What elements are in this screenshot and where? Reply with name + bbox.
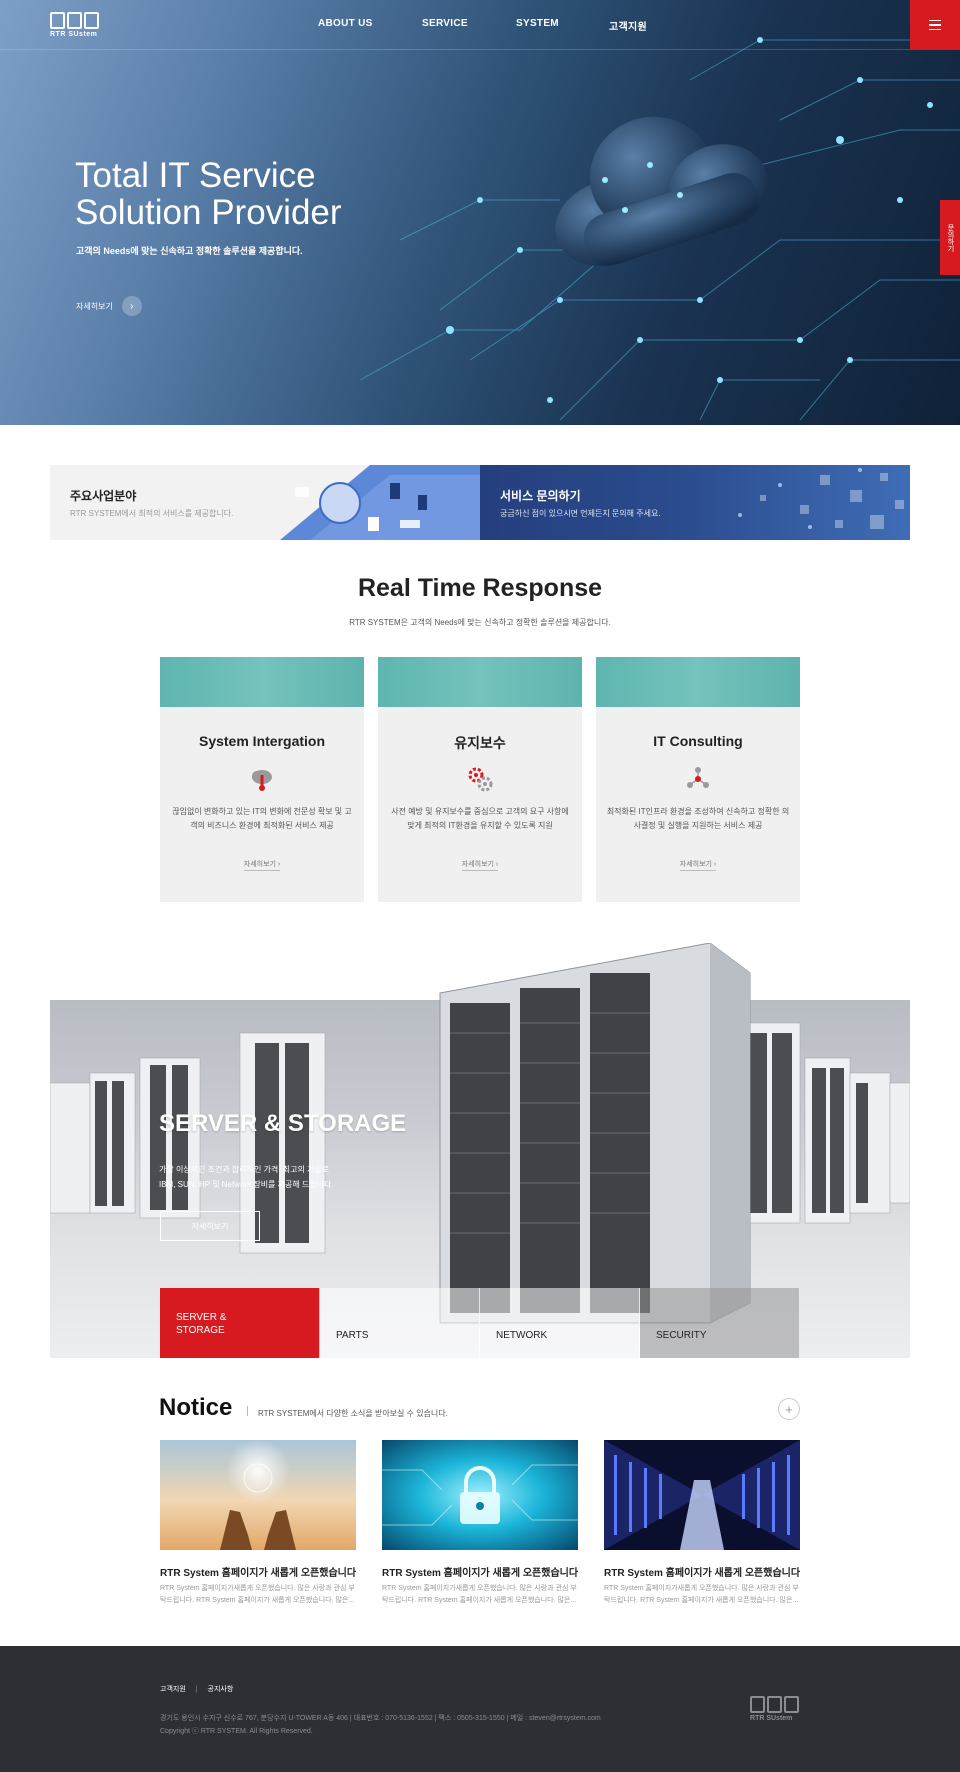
- card-desc: 최적화된 IT인프라 환경을 조성하여 신속하고 정확한 의사결정 및 실행을 …: [606, 807, 790, 830]
- global-people-illustration: [280, 465, 480, 540]
- card-more-label: 자세히보기 ›: [461, 861, 499, 871]
- service-card-maintenance[interactable]: 유지보수 사전 예방 및 유지보수를 중심으로 고객의 요구 사항에 맞게 최적…: [378, 657, 582, 902]
- server-storage-section: SERVER & STORAGE 가장 이상적인 조건과 합리적인 가격, 최고…: [50, 943, 910, 1358]
- hero-section: RTR SUstem ABOUT US SERVICE SYSTEM 고객지원 …: [0, 0, 960, 425]
- nav-customer-support[interactable]: 고객지원: [609, 18, 647, 33]
- server-category-tabs: SERVER & STORAGE PARTS NETWORK SECURITY: [160, 1288, 800, 1358]
- notice-subtitle: RTR SYSTEM에서 다양한 소식을 받아보실 수 있습니다.: [258, 1409, 448, 1418]
- footer-links: 고객지원 | 공지사항: [160, 1684, 233, 1694]
- footer-link-customer-support[interactable]: 고객지원: [160, 1686, 186, 1693]
- server-more-button[interactable]: 자세히보기: [160, 1211, 260, 1241]
- notice-item[interactable]: RTR System 홈페이지가 새롭게 오픈했습니다. RTR System …: [382, 1440, 578, 1610]
- card-desc: 사전 예방 및 유지보수를 중심으로 고객의 요구 사항에 맞게 최적의 IT환…: [391, 807, 569, 830]
- tab-parts[interactable]: PARTS: [320, 1288, 480, 1358]
- network-people-icon: [687, 767, 709, 788]
- divider: [247, 1406, 248, 1416]
- service-card-system-integration[interactable]: System Intergation 끊임없이 변화하고 있는 IT의 변화에 …: [160, 657, 364, 902]
- business-area-banner[interactable]: 주요사업분야 RTR SYSTEM에서 최적의 서비스를 제공합니다.: [50, 465, 480, 540]
- tab-security[interactable]: SECURITY: [640, 1288, 800, 1358]
- card-header-image: [160, 657, 364, 707]
- server-desc-line2: IBM, SUN, HP 및 Network 장비를 제공해 드립니다.: [159, 1180, 334, 1189]
- notice-image-datacenter: [604, 1440, 800, 1550]
- hamburger-menu-icon[interactable]: [910, 0, 960, 50]
- divider: |: [195, 1686, 198, 1693]
- card-header-image: [378, 657, 582, 707]
- gears-icon: [468, 767, 493, 792]
- footer-link-notice[interactable]: 공지사항: [208, 1686, 234, 1693]
- hero-more-button[interactable]: 자세히보기 ›: [76, 296, 142, 316]
- server-desc-line1: 가장 이상적인 조건과 합리적인 가격, 최고의 기술로: [159, 1165, 330, 1174]
- card-more-label: 자세히보기 ›: [679, 861, 717, 871]
- notice-image-security-lock: [382, 1440, 578, 1550]
- footer-info: 경기도 용인시 수지구 신수로 767, 분당수지 U-TOWER A동 406…: [160, 1712, 601, 1738]
- business-area-title: 주요사업분야: [70, 489, 137, 503]
- hero-title: Total IT Service Solution Provider: [75, 156, 342, 232]
- card-more-link[interactable]: 자세히보기 ›: [160, 859, 364, 871]
- logo-mark: [50, 12, 100, 29]
- card-title: 유지보수: [454, 735, 506, 751]
- site-header: RTR SUstem ABOUT US SERVICE SYSTEM 고객지원: [0, 0, 960, 50]
- footer-address: 경기도 용인시 수지구 신수로 767, 분당수지 U-TOWER A동 406…: [160, 1715, 601, 1722]
- notice-item[interactable]: RTR System 홈페이지가 새롭게 오픈했습니다. RTR System …: [160, 1440, 356, 1610]
- tab-label: SERVER & STORAGE: [176, 1312, 227, 1336]
- card-more-link[interactable]: 자세히보기 ›: [596, 859, 800, 871]
- data-cubes-illustration: [738, 468, 904, 529]
- cloud-graphic: [555, 116, 768, 266]
- logo-text: RTR SUstem: [50, 31, 98, 38]
- cloud-thermometer-icon: [252, 770, 272, 791]
- service-inquiry-banner[interactable]: 서비스 문의하기 궁금하신 점이 있으시면 언제든지 문의해 주세요.: [480, 465, 910, 540]
- card-title: IT Consulting: [653, 733, 743, 749]
- notice-item-title: RTR System 홈페이지가 새롭게 오픈했습니다.: [604, 1568, 800, 1579]
- plus-icon[interactable]: +: [778, 1398, 800, 1420]
- notice-item-desc: RTR System 홈페이지가새롭게 오픈했습니다. 많은 사랑과 관심 부탁…: [604, 1585, 799, 1604]
- tab-server-storage[interactable]: SERVER & STORAGE: [160, 1288, 320, 1358]
- notice-item-desc: RTR System 홈페이지가새롭게 오픈했습니다. 많은 사랑과 관심 부탁…: [382, 1585, 577, 1604]
- footer-copyright: Copyright ⓒ RTR SYSTEM. All Rights Reser…: [160, 1728, 313, 1735]
- tab-network[interactable]: NETWORK: [480, 1288, 640, 1358]
- hero-subtitle: 고객의 Needs에 맞는 신속하고 정확한 솔루션을 제공합니다.: [76, 246, 303, 256]
- notice-title: Notice: [159, 1394, 233, 1421]
- server-description: 가장 이상적인 조건과 합리적인 가격, 최고의 기술로 IBM, SUN, H…: [159, 1162, 334, 1192]
- card-desc: 끊임없이 변화하고 있는 IT의 변화에 전문성 확보 및 고객의 비즈니스 환…: [172, 807, 352, 830]
- card-header-image: [596, 657, 800, 707]
- business-area-desc: RTR SYSTEM에서 최적의 서비스를 제공합니다.: [70, 509, 234, 518]
- notice-item-title: RTR System 홈페이지가 새롭게 오픈했습니다.: [160, 1568, 356, 1579]
- card-more-label: 자세히보기 ›: [243, 861, 281, 871]
- page: RTR SUstem ABOUT US SERVICE SYSTEM 고객지원 …: [0, 0, 960, 1772]
- notice-image-hands-brain: [160, 1440, 356, 1550]
- service-inquiry-title: 서비스 문의하기: [500, 489, 581, 503]
- card-more-link[interactable]: 자세히보기 ›: [378, 859, 582, 871]
- side-inquiry-tab[interactable]: 문의하기: [940, 200, 960, 275]
- rtr-section-subtitle: RTR SYSTEM은 고객의 Needs에 맞는 신속하고 정확한 솔루션을 …: [349, 618, 611, 627]
- rtr-section-title: Real Time Response: [357, 574, 603, 602]
- footer-logo[interactable]: RTR SUstem: [750, 1696, 800, 1724]
- card-title: System Intergation: [198, 733, 326, 749]
- chevron-right-icon: ›: [121, 296, 142, 316]
- server-title: SERVER & STORAGE: [159, 1110, 407, 1137]
- logo-mark: [750, 1696, 800, 1713]
- footer-logo-text: RTR SUstem: [750, 1715, 793, 1722]
- service-inquiry-desc: 궁금하신 점이 있으시면 언제든지 문의해 주세요.: [500, 509, 661, 518]
- nav-system[interactable]: SYSTEM: [516, 18, 559, 29]
- site-footer: 고객지원 | 공지사항 경기도 용인시 수지구 신수로 767, 분당수지 U-…: [0, 1646, 960, 1772]
- notice-item-desc: RTR System 홈페이지가새롭게 오픈했습니다. 많은 사랑과 관심 부탁…: [160, 1585, 355, 1604]
- service-card-it-consulting[interactable]: IT Consulting 최적화된 IT인프라 환경을 조성하여 신속하고 정…: [596, 657, 800, 902]
- notice-item-title: RTR System 홈페이지가 새롭게 오픈했습니다.: [382, 1568, 578, 1579]
- nav-about-us[interactable]: ABOUT US: [318, 18, 373, 29]
- hero-more-label: 자세히보기: [76, 301, 113, 311]
- nav-service[interactable]: SERVICE: [422, 18, 468, 29]
- notice-item[interactable]: RTR System 홈페이지가 새롭게 오픈했습니다. RTR System …: [604, 1440, 800, 1610]
- logo[interactable]: RTR SUstem: [50, 12, 100, 40]
